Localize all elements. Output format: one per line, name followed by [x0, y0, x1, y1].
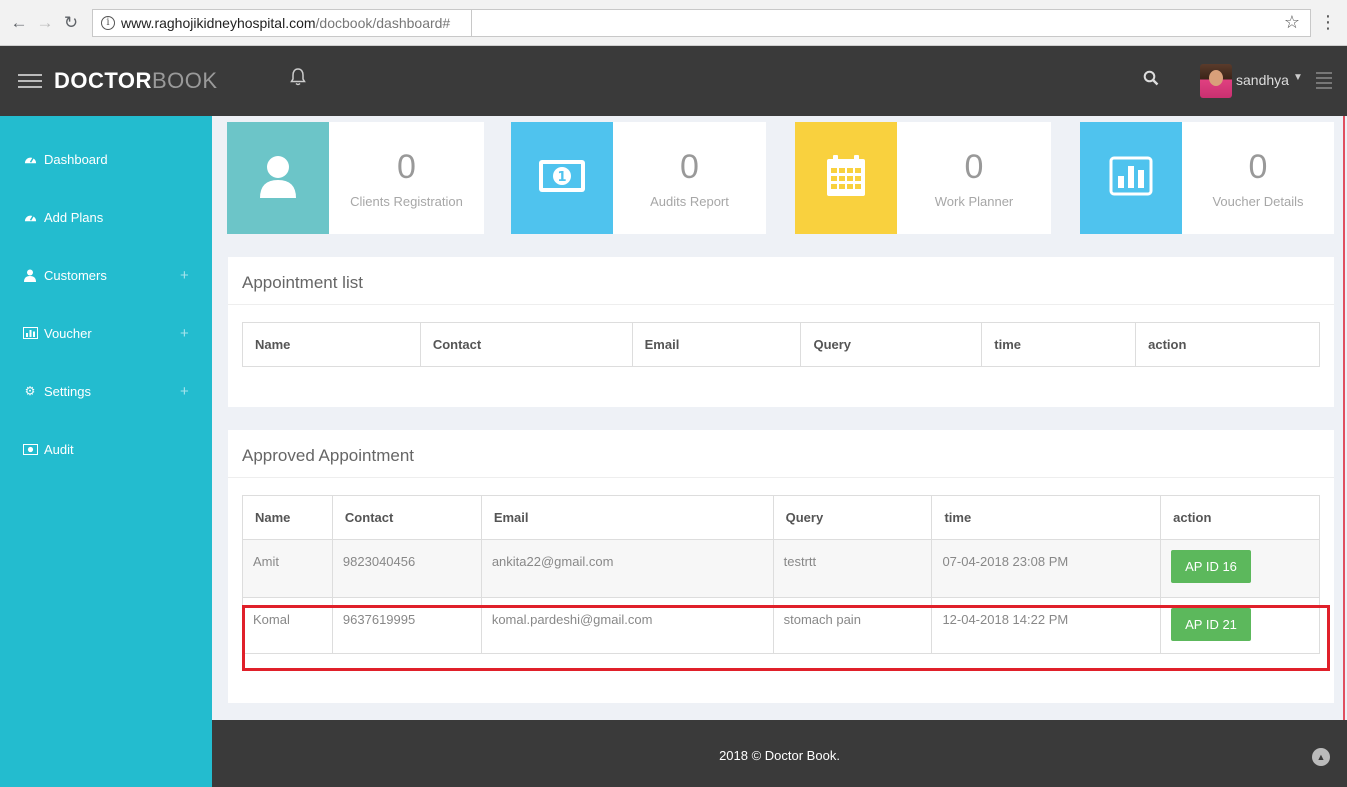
dashboard-icon: [22, 152, 38, 166]
stat-icon-box: [227, 122, 329, 234]
url-host: www.raghojikidneyhospital.com: [121, 14, 316, 31]
forward-arrow-icon[interactable]: →: [34, 12, 56, 34]
brand-logo[interactable]: DOCTORBOOK: [54, 68, 218, 94]
sidebar-item-audit[interactable]: Audit: [0, 420, 212, 478]
cell-time: 07-04-2018 23:08 PM: [931, 539, 1162, 598]
search-icon[interactable]: [1143, 70, 1159, 86]
sidebar-item-add-plans[interactable]: Add Plans: [0, 188, 212, 246]
calendar-icon: [826, 154, 866, 202]
plus-icon[interactable]: +: [180, 267, 189, 284]
column-header[interactable]: Email: [480, 495, 774, 540]
stat-icon-box: [1080, 122, 1182, 234]
column-header[interactable]: time: [981, 322, 1137, 367]
svg-text:1: 1: [557, 170, 566, 185]
sidebar-item-settings[interactable]: ⚙ Settings +: [0, 362, 212, 420]
address-bar-end[interactable]: ☆: [472, 8, 1311, 37]
stat-icon-box: 1: [511, 122, 613, 234]
highlight-box: [242, 605, 1330, 671]
bookmark-star-icon[interactable]: ☆: [1284, 12, 1300, 33]
stat-count: 0: [397, 148, 416, 186]
column-header[interactable]: Query: [800, 322, 983, 367]
sidebar-item-dashboard[interactable]: Dashboard: [0, 130, 212, 188]
stat-count: 0: [1248, 148, 1268, 186]
table-row: Amit 9823040456 ankita22@gmail.com testr…: [242, 539, 1320, 598]
cell-email: ankita22@gmail.com: [480, 539, 774, 598]
stat-icon-box: [795, 122, 897, 234]
stat-card-clients[interactable]: 0 Clients Registration: [227, 122, 484, 234]
footer-text: 2018 © Doctor Book.: [719, 748, 840, 763]
sidebar-item-label: Voucher: [44, 325, 92, 341]
address-bar[interactable]: i www.raghojikidneyhospital.com /docbook…: [92, 8, 472, 37]
column-header[interactable]: Name: [242, 322, 421, 367]
brand-light: BOOK: [151, 68, 218, 93]
sidebar-item-label: Dashboard: [44, 151, 108, 167]
sidebar-item-label: Customers: [44, 267, 107, 283]
panel-title: Approved Appointment: [228, 430, 1334, 478]
appointment-id-button[interactable]: AP ID 16: [1171, 550, 1251, 583]
url-path: /docbook/dashboard#: [315, 14, 451, 31]
user-icon: [258, 154, 298, 203]
reload-icon[interactable]: ↻: [60, 12, 82, 34]
back-arrow-icon[interactable]: ←: [8, 12, 30, 34]
cell-name: Amit: [242, 539, 333, 598]
stat-label: Voucher Details: [1212, 194, 1304, 209]
sidebar-item-label: Settings: [44, 383, 91, 399]
right-sidebar-toggle-icon[interactable]: [1316, 72, 1332, 92]
plus-icon[interactable]: +: [180, 325, 189, 342]
bar-chart-icon: [22, 326, 38, 340]
cell-query: testrtt: [772, 539, 933, 598]
stat-card-voucher[interactable]: 0 Voucher Details: [1080, 122, 1334, 234]
column-header[interactable]: Name: [242, 495, 333, 540]
browser-toolbar: ← → ↻ i www.raghojikidneyhospital.com /d…: [0, 0, 1347, 46]
edge-line: [1343, 116, 1345, 720]
stat-label: Clients Registration: [350, 194, 463, 209]
sidebar-item-label: Audit: [44, 441, 74, 457]
stat-count: 0: [964, 148, 984, 186]
stat-count: 0: [680, 148, 699, 186]
column-header[interactable]: Query: [772, 495, 933, 540]
column-header[interactable]: time: [931, 495, 1162, 540]
cell-action: AP ID 16: [1160, 539, 1320, 598]
column-header[interactable]: Contact: [331, 495, 482, 540]
browser-menu-icon[interactable]: ⋮: [1317, 12, 1339, 33]
sidebar-item-label: Add Plans: [44, 209, 104, 225]
sidebar-item-voucher[interactable]: Voucher +: [0, 304, 212, 362]
column-header[interactable]: action: [1160, 495, 1320, 540]
gear-icon: ⚙: [24, 384, 36, 398]
footer: 2018 © Doctor Book. ▲: [212, 720, 1347, 787]
avatar[interactable]: [1200, 64, 1232, 98]
column-header[interactable]: Email: [631, 322, 802, 367]
bar-chart-icon: [1109, 156, 1153, 201]
sidebar-item-customers[interactable]: Customers +: [0, 246, 212, 304]
dashboard-icon: [22, 210, 38, 224]
stat-label: Audits Report: [650, 194, 729, 209]
stat-card-audits[interactable]: 1 0 Audits Report: [511, 122, 766, 234]
appointment-list-table: Name Contact Email Query time action: [242, 322, 1320, 367]
column-header[interactable]: Contact: [419, 322, 633, 367]
stat-card-work-planner[interactable]: 0 Work Planner: [795, 122, 1051, 234]
chevron-down-icon[interactable]: ▼: [1293, 72, 1303, 83]
sidebar: Dashboard Add Plans Customers + Voucher …: [0, 116, 212, 787]
brand-bold: DOCTOR: [54, 68, 152, 93]
table-header-row: Name Contact Email Query time action: [242, 322, 1320, 367]
scroll-to-top-icon[interactable]: ▲: [1312, 748, 1330, 766]
table-header-row: Name Contact Email Query time action: [242, 495, 1320, 540]
bell-icon[interactable]: [290, 68, 306, 91]
cell-contact: 9823040456: [331, 539, 482, 598]
appointment-list-panel: Appointment list Name Contact Email Quer…: [228, 257, 1334, 407]
money-icon: [22, 442, 38, 456]
panel-title: Appointment list: [228, 257, 1334, 305]
app-header: DOCTORBOOK sandhya ▼: [0, 46, 1347, 116]
info-icon[interactable]: i: [101, 15, 115, 30]
user-name[interactable]: sandhya: [1236, 72, 1289, 88]
column-header[interactable]: action: [1135, 322, 1320, 367]
user-icon: [22, 268, 38, 282]
plus-icon[interactable]: +: [180, 383, 189, 400]
stat-label: Work Planner: [934, 194, 1014, 209]
hamburger-menu-icon[interactable]: [18, 70, 42, 92]
money-icon: 1: [538, 159, 586, 198]
